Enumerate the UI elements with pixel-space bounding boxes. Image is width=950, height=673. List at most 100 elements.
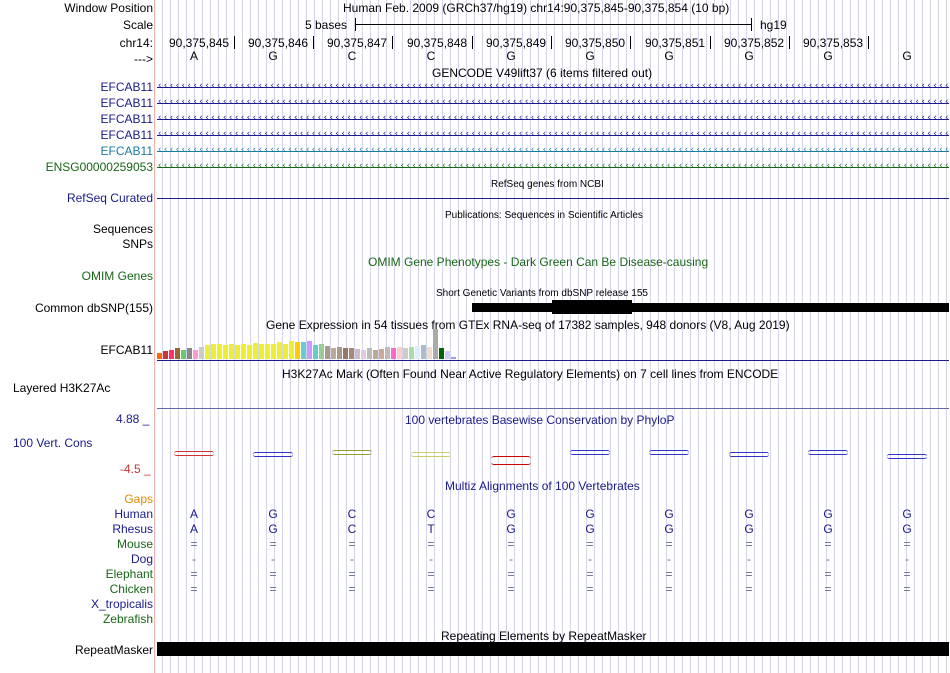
gtex-bar[interactable] xyxy=(271,344,276,359)
gtex-bar[interactable] xyxy=(415,346,420,359)
gtex-bar[interactable] xyxy=(385,347,390,359)
gtex-bar[interactable] xyxy=(373,350,378,359)
gencode-item-label[interactable]: EFCAB11 xyxy=(101,112,153,126)
position-label: 90,375,851 xyxy=(645,36,706,50)
species-label[interactable]: X_tropicalis xyxy=(91,597,153,611)
window-position-label: Window Position xyxy=(64,1,153,15)
gtex-bar[interactable] xyxy=(169,350,174,359)
gtex-bar[interactable] xyxy=(301,342,306,359)
publications-label[interactable]: Sequences xyxy=(93,222,153,236)
dbsnp-label[interactable]: Common dbSNP(155) xyxy=(35,301,153,315)
gtex-bar[interactable] xyxy=(379,349,384,359)
gtex-bar[interactable] xyxy=(175,348,180,359)
species-label[interactable]: Dog xyxy=(131,552,153,566)
position-label: 90,375,847 xyxy=(327,36,388,50)
phylop-mark xyxy=(729,452,769,457)
gtex-bar[interactable] xyxy=(421,345,426,359)
omim-label[interactable]: OMIM Genes xyxy=(82,269,153,283)
gtex-bar[interactable] xyxy=(283,344,288,359)
gencode-item-strand[interactable]: ‹‹‹‹‹‹‹‹‹‹‹‹‹‹‹‹‹‹‹‹‹‹‹‹‹‹‹‹‹‹‹‹‹‹‹‹‹‹‹‹… xyxy=(157,113,949,125)
gtex-bar[interactable] xyxy=(391,348,396,359)
phylop-mark xyxy=(411,452,451,457)
gtex-bar[interactable] xyxy=(295,342,300,359)
gtex-bar[interactable] xyxy=(367,348,372,359)
gtex-bar[interactable] xyxy=(403,348,408,359)
species-label[interactable]: Rhesus xyxy=(112,522,153,536)
gtex-bar[interactable] xyxy=(211,344,216,359)
gencode-item-label[interactable]: EFCAB11 xyxy=(101,144,153,158)
gtex-bar[interactable] xyxy=(361,350,366,359)
repeatmasker-label[interactable]: RepeatMasker xyxy=(75,643,153,657)
refseq-label[interactable]: RefSeq Curated xyxy=(67,191,153,205)
position-tick xyxy=(313,36,314,49)
alignment-base: = xyxy=(745,582,753,596)
gencode-title: GENCODE V49lift37 (6 items filtered out) xyxy=(432,66,653,80)
genome-browser-image: Window Position Human Feb. 2009 (GRCh37/… xyxy=(0,0,950,673)
gtex-bar[interactable] xyxy=(337,347,342,359)
position-tick xyxy=(868,36,869,49)
gencode-item-strand[interactable]: ‹‹‹‹‹‹‹‹‹‹‹‹‹‹‹‹‹‹‹‹‹‹‹‹‹‹‹‹‹‹‹‹‹‹‹‹‹‹‹‹… xyxy=(157,161,949,173)
gtex-bar[interactable] xyxy=(193,350,198,359)
gtex-bar[interactable] xyxy=(331,348,336,359)
species-label[interactable]: Mouse xyxy=(117,537,153,551)
phylop-mark xyxy=(253,452,293,457)
gtex-bar[interactable] xyxy=(445,351,450,359)
species-label[interactable]: Chicken xyxy=(110,582,153,596)
phylop-label[interactable]: 100 Vert. Cons xyxy=(13,436,92,450)
alignment-base: = xyxy=(586,537,594,551)
alignment-base: = xyxy=(269,582,277,596)
gtex-label[interactable]: EFCAB11 xyxy=(101,343,153,357)
gaps-label[interactable]: Gaps xyxy=(124,492,153,506)
gtex-bar[interactable] xyxy=(277,342,282,359)
gtex-bar[interactable] xyxy=(319,344,324,359)
gtex-bar[interactable] xyxy=(163,351,168,359)
gtex-bar[interactable] xyxy=(247,345,252,359)
gtex-bar[interactable] xyxy=(307,341,312,359)
gtex-bar[interactable] xyxy=(325,346,330,359)
gtex-bar[interactable] xyxy=(259,344,264,359)
gtex-bar[interactable] xyxy=(343,348,348,359)
gtex-bar[interactable] xyxy=(217,344,222,359)
gtex-bar[interactable] xyxy=(265,344,270,359)
gencode-item-label[interactable]: EFCAB11 xyxy=(101,128,153,142)
gencode-item-label[interactable]: EFCAB11 xyxy=(101,96,153,110)
position-label: 90,375,852 xyxy=(724,36,785,50)
gtex-bar[interactable] xyxy=(205,345,210,359)
gtex-bar[interactable] xyxy=(223,345,228,359)
species-label[interactable]: Human xyxy=(114,507,153,521)
species-label[interactable]: Elephant xyxy=(106,567,153,581)
gencode-item-strand[interactable]: ‹‹‹‹‹‹‹‹‹‹‹‹‹‹‹‹‹‹‹‹‹‹‹‹‹‹‹‹‹‹‹‹‹‹‹‹‹‹‹‹… xyxy=(157,97,949,109)
gtex-bar[interactable] xyxy=(439,348,444,359)
gencode-item-label[interactable]: EFCAB11 xyxy=(101,80,153,94)
gtex-bar[interactable] xyxy=(313,345,318,359)
gtex-bar[interactable] xyxy=(349,348,354,359)
gtex-bar[interactable] xyxy=(199,347,204,359)
gtex-bar[interactable] xyxy=(235,345,240,359)
gtex-bar[interactable] xyxy=(241,344,246,359)
position-label: 90,375,846 xyxy=(248,36,309,50)
gtex-bar[interactable] xyxy=(451,357,456,359)
position-tick xyxy=(551,36,552,49)
gencode-item-strand[interactable]: ‹‹‹‹‹‹‹‹‹‹‹‹‹‹‹‹‹‹‹‹‹‹‹‹‹‹‹‹‹‹‹‹‹‹‹‹‹‹‹‹… xyxy=(157,145,949,157)
gencode-item-label[interactable]: ENSG00000259053 xyxy=(46,160,153,174)
gencode-item-strand[interactable]: ‹‹‹‹‹‹‹‹‹‹‹‹‹‹‹‹‹‹‹‹‹‹‹‹‹‹‹‹‹‹‹‹‹‹‹‹‹‹‹‹… xyxy=(157,81,949,93)
gtex-bar[interactable] xyxy=(289,341,294,359)
scale-text: 5 bases xyxy=(305,18,348,32)
alignment-base: A xyxy=(189,507,198,521)
gtex-bar[interactable] xyxy=(427,347,432,359)
dbsnp-bar xyxy=(472,303,949,312)
gtex-bar[interactable] xyxy=(433,329,438,359)
snps-label[interactable]: SNPs xyxy=(122,237,153,251)
gencode-item-strand[interactable]: ‹‹‹‹‹‹‹‹‹‹‹‹‹‹‹‹‹‹‹‹‹‹‹‹‹‹‹‹‹‹‹‹‹‹‹‹‹‹‹‹… xyxy=(157,129,949,141)
gtex-bar[interactable] xyxy=(253,343,258,359)
gtex-bar[interactable] xyxy=(187,348,192,359)
gtex-bar[interactable] xyxy=(229,344,234,359)
gtex-bar[interactable] xyxy=(355,349,360,359)
h3k27ac-label[interactable]: Layered H3K27Ac xyxy=(13,381,110,395)
gtex-bar[interactable] xyxy=(181,350,186,359)
species-label[interactable]: Zebrafish xyxy=(103,612,153,626)
gtex-bar[interactable] xyxy=(409,347,414,359)
gtex-bar[interactable] xyxy=(157,353,162,359)
gtex-bar[interactable] xyxy=(397,347,402,359)
base-letter: G xyxy=(902,49,912,63)
